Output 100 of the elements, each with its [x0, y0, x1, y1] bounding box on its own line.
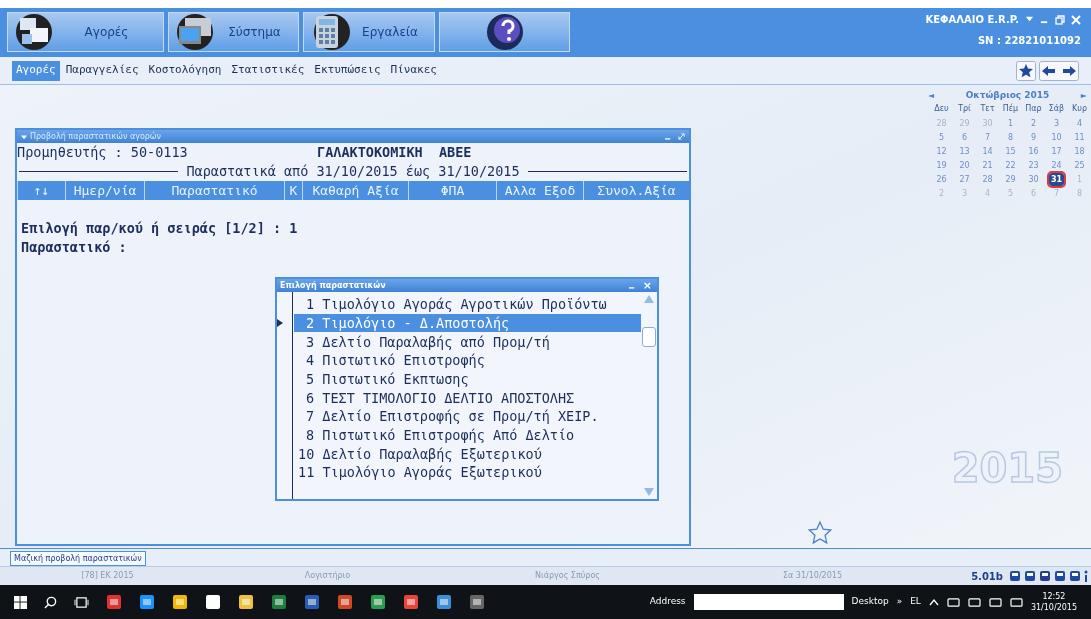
calendar-day[interactable]: 1: [1074, 173, 1085, 186]
calendar-day[interactable]: 30: [1026, 173, 1041, 186]
status-text: Λογιστήριο: [303, 570, 352, 582]
calendar-day[interactable]: 31: [1048, 173, 1065, 186]
list-item[interactable]: 1 Τιμολόγιο Αγοράς Αγροτικών Προϊόντω: [294, 295, 641, 314]
calendar-day[interactable]: 3: [1051, 117, 1062, 130]
toolbar-button[interactable]: Σύστημα: [168, 12, 299, 52]
list-item[interactable]: 5 Πιστωτικό Εκπτωσης: [294, 369, 641, 389]
maximize-icon[interactable]: [678, 133, 685, 140]
prompt-text: Παραστατικό :: [21, 238, 128, 257]
calendar-day[interactable]: 12: [934, 145, 949, 158]
column-header[interactable]: Συνολ.Αξία: [583, 181, 689, 200]
dropdown-icon[interactable]: [1025, 15, 1034, 24]
calendar-day[interactable]: 9: [1028, 131, 1039, 144]
calendar-day[interactable]: 28: [934, 117, 949, 130]
calendar-day[interactable]: 2: [1028, 117, 1039, 130]
address-field[interactable]: [693, 594, 844, 610]
column-header[interactable]: Κ: [284, 181, 302, 200]
column-header[interactable]: Παραστατικό: [144, 181, 284, 200]
calendar-day[interactable]: 6: [959, 131, 970, 144]
calendar-day[interactable]: 18: [1072, 145, 1087, 158]
calendar-day[interactable]: 25: [1072, 159, 1087, 172]
menu-item[interactable]: Στατιστικές: [227, 60, 309, 81]
calendar-day[interactable]: 2: [936, 187, 947, 200]
calendar-day[interactable]: 5: [936, 131, 947, 144]
status-text: Σα 31/10/2015: [782, 570, 843, 582]
language-indicator[interactable]: EL: [910, 595, 921, 609]
calendar-day[interactable]: 23: [1026, 159, 1041, 172]
list-item[interactable]: 3 Δελτίο Παραλαβής από Προμ/τή: [294, 332, 641, 352]
column-header[interactable]: Καθαρή Αξία: [302, 181, 408, 200]
menu-item[interactable]: Πίνακες: [386, 60, 441, 81]
calendar-day[interactable]: 16: [1026, 145, 1041, 158]
weekday-label: Κυρ: [1071, 103, 1088, 115]
desktop-label: Desktop: [851, 595, 889, 609]
calendar-day[interactable]: 13: [957, 145, 972, 158]
calendar-day[interactable]: 7: [982, 131, 993, 144]
column-header[interactable]: ↑↓: [17, 181, 65, 200]
documents-icon: [14, 12, 54, 52]
collapse-icon[interactable]: [21, 133, 27, 140]
toolbar-button[interactable]: Εργαλεία: [303, 12, 435, 52]
calendar-day[interactable]: 27: [957, 173, 972, 186]
list-item[interactable]: 2 Τιμολόγιο - Δ.Αποστολής: [294, 313, 641, 333]
previous-month-button[interactable]: ◄: [928, 90, 935, 102]
restore-icon[interactable]: [1055, 14, 1065, 25]
list-item[interactable]: 8 Πιστωτικό Επιστροφής Από Δελτίο: [294, 425, 641, 445]
toolbar-button[interactable]: [439, 12, 570, 52]
list-item[interactable]: 4 Πιστωτικό Επιστροφής: [294, 351, 641, 370]
calendar-day[interactable]: 15: [1003, 145, 1018, 158]
calendar-day[interactable]: 20: [957, 159, 972, 172]
calendar-day[interactable]: 29: [957, 117, 972, 130]
calendar-day[interactable]: 26: [934, 173, 949, 186]
list-item[interactable]: 11 Τιμολόγιο Αγοράς Εξωτερικού: [294, 463, 641, 482]
menu-item[interactable]: Κοστολόγηση: [144, 60, 226, 81]
search-icon[interactable]: [44, 595, 57, 609]
info-icon[interactable]: [1084, 570, 1088, 582]
window-title: Προβολή παραστατικών αγορών: [30, 130, 162, 143]
column-header[interactable]: Αλλα Εξοδ: [496, 181, 583, 200]
list-item[interactable]: 7 Δελτίο Επιστροφής σε Προμ/τή ΧΕΙΡ.: [294, 407, 641, 426]
menu-item[interactable]: Παραγγελίες: [61, 60, 143, 81]
next-month-button[interactable]: ►: [1080, 90, 1087, 102]
star-icon[interactable]: [807, 520, 833, 546]
calendar-day[interactable]: 1: [1005, 117, 1016, 130]
calendar-day[interactable]: 30: [980, 117, 995, 130]
bottom-tab[interactable]: Μαζική προβολή παραστατικών: [10, 551, 146, 566]
tray-caret-icon[interactable]: [928, 598, 939, 606]
help-icon: [484, 12, 525, 52]
column-header[interactable]: ΦΠΑ: [408, 181, 496, 200]
back-forward-icon[interactable]: [1039, 60, 1079, 81]
calendar-day[interactable]: 29: [1003, 173, 1018, 186]
task-view-icon[interactable]: [74, 595, 89, 609]
calendar-day[interactable]: 10: [1049, 131, 1064, 144]
address-label: Address: [649, 595, 686, 609]
calendar-day[interactable]: 8: [1005, 131, 1016, 144]
calendar-day[interactable]: 7: [1051, 187, 1062, 200]
start-icon[interactable]: [14, 595, 27, 609]
calendar-day[interactable]: 11: [1072, 131, 1087, 144]
list-item[interactable]: 6 ΤΕΣΤ ΤΙΜΟΛΟΓΙΟ ΔΕΛΤΙΟ ΑΠΟΣΤΟΛΗΣ: [294, 388, 641, 408]
weekday-label: Δευ: [933, 103, 950, 115]
overflow-chevron[interactable]: »: [896, 595, 903, 609]
list-item[interactable]: 10 Δελτίο Παραλαβής Εξωτερικού: [294, 444, 641, 464]
column-header[interactable]: Ημερ/νία: [65, 181, 144, 200]
calendar-day[interactable]: 4: [1074, 117, 1085, 130]
scrollbar-thumb[interactable]: [642, 326, 656, 347]
calendar-day[interactable]: 19: [934, 159, 949, 172]
calendar-day[interactable]: 4: [982, 187, 993, 200]
monitor-icon: [175, 12, 215, 52]
close-button[interactable]: ×: [642, 280, 652, 291]
calendar-day[interactable]: 22: [1003, 159, 1018, 172]
supplier-code: Προμηθευτής : 50-0113: [17, 143, 189, 163]
close-icon[interactable]: [1071, 14, 1081, 25]
calendar-day[interactable]: 17: [1049, 145, 1064, 158]
status-text: Νιάργος Σπύρος: [533, 570, 602, 582]
calendar-day[interactable]: 5: [1005, 187, 1016, 200]
calendar-day[interactable]: 21: [980, 159, 995, 172]
menu-item[interactable]: Εκτυπώσεις: [310, 60, 385, 81]
toolbar-button[interactable]: Αγορές: [7, 12, 164, 52]
calendar-day[interactable]: 14: [980, 145, 995, 158]
menu-item[interactable]: Αγορές: [12, 60, 60, 81]
calendar-day[interactable]: 24: [1049, 159, 1064, 172]
calendar-day[interactable]: 28: [980, 173, 995, 186]
